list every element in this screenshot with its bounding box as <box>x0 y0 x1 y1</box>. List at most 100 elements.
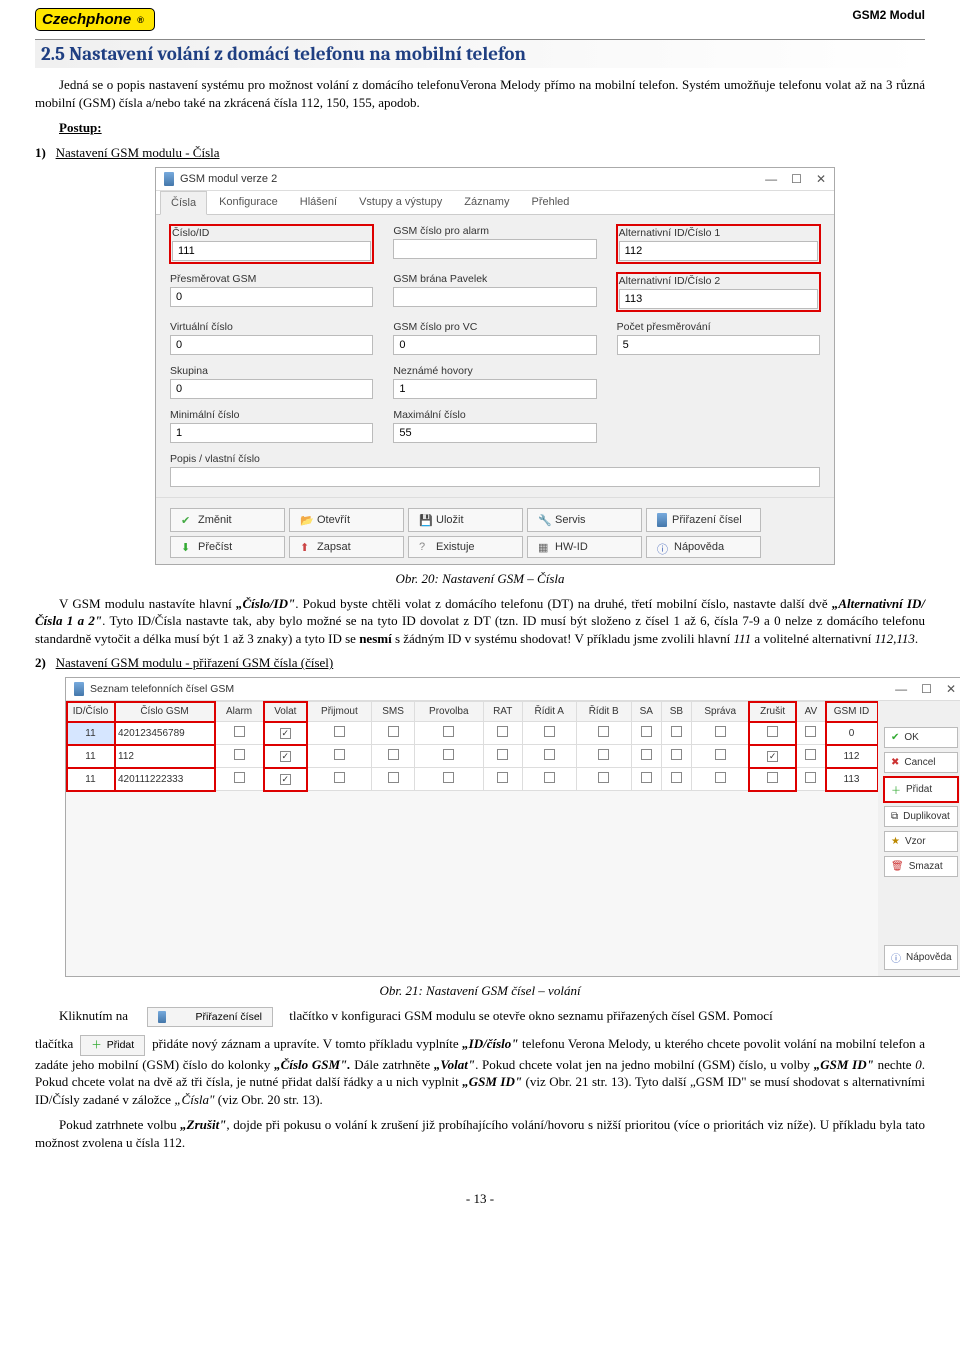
checkbox[interactable] <box>715 772 726 783</box>
col-alarm[interactable]: Alarm <box>215 702 264 722</box>
checkbox[interactable] <box>334 749 345 760</box>
checkbox[interactable] <box>497 772 508 783</box>
input-pocet[interactable] <box>617 335 820 355</box>
checkbox[interactable] <box>641 749 652 760</box>
col-ridita[interactable]: Řídit A <box>522 702 576 722</box>
tab-zaznamy[interactable]: Záznamy <box>454 191 519 214</box>
checkbox[interactable] <box>280 751 291 762</box>
checkbox[interactable] <box>598 726 609 737</box>
checkbox[interactable] <box>671 749 682 760</box>
tab-prehled[interactable]: Přehled <box>521 191 579 214</box>
precist-button[interactable]: ⬇Přečíst <box>170 536 285 558</box>
checkbox[interactable] <box>598 749 609 760</box>
checkbox[interactable] <box>598 772 609 783</box>
col-zrusit[interactable]: Zrušit <box>749 702 796 722</box>
col-id[interactable]: ID/Číslo <box>67 702 115 722</box>
checkbox[interactable] <box>497 726 508 737</box>
input-popis[interactable] <box>170 467 820 487</box>
maximize-button[interactable]: ☐ <box>921 682 932 696</box>
input-virt[interactable] <box>170 335 373 355</box>
checkbox[interactable] <box>497 749 508 760</box>
cancel-button[interactable]: ✖Cancel <box>884 752 958 773</box>
servis-button[interactable]: 🔧Servis <box>527 508 642 532</box>
hwid-button[interactable]: ▦HW-ID <box>527 536 642 558</box>
checkbox[interactable] <box>805 772 816 783</box>
maximize-button[interactable]: ☐ <box>791 172 802 186</box>
table-row[interactable]: 11112112 <box>67 745 878 768</box>
checkbox[interactable] <box>280 774 291 785</box>
input-nezname[interactable] <box>393 379 596 399</box>
input-skupina[interactable] <box>170 379 373 399</box>
input-alt2[interactable] <box>619 289 818 309</box>
checkbox[interactable] <box>671 772 682 783</box>
tab-konfigurace[interactable]: Konfigurace <box>209 191 288 214</box>
close-button[interactable]: ✕ <box>816 172 826 186</box>
minimize-button[interactable]: — <box>765 172 777 186</box>
col-gsmid[interactable]: GSM ID <box>826 702 878 722</box>
checkbox[interactable] <box>443 726 454 737</box>
tab-vstupy-vystupy[interactable]: Vstupy a výstupy <box>349 191 452 214</box>
checkbox[interactable] <box>671 726 682 737</box>
checkbox[interactable] <box>234 726 245 737</box>
tab-hlaseni[interactable]: Hlášení <box>290 191 347 214</box>
minimize-button[interactable]: — <box>895 682 907 696</box>
checkbox[interactable] <box>544 726 555 737</box>
col-gsm[interactable]: Číslo GSM <box>115 702 215 722</box>
col-volat[interactable]: Volat <box>264 702 307 722</box>
checkbox[interactable] <box>234 749 245 760</box>
col-sprava[interactable]: Správa <box>692 702 749 722</box>
checkbox[interactable] <box>767 772 778 783</box>
inline-prirazeni-button[interactable]: Přiřazení čísel <box>147 1007 273 1027</box>
checkbox[interactable] <box>767 751 778 762</box>
checkbox[interactable] <box>443 749 454 760</box>
input-min[interactable] <box>170 423 373 443</box>
checkbox[interactable] <box>280 728 291 739</box>
checkbox[interactable] <box>544 772 555 783</box>
existuje-button[interactable]: ?Existuje <box>408 536 523 558</box>
col-prijmout[interactable]: Přijmout <box>307 702 372 722</box>
input-presmerovat[interactable] <box>170 287 373 307</box>
checkbox[interactable] <box>334 726 345 737</box>
col-av[interactable]: AV <box>796 702 825 722</box>
col-sa[interactable]: SA <box>631 702 661 722</box>
zapsat-button[interactable]: ⬆Zapsat <box>289 536 404 558</box>
col-sms[interactable]: SMS <box>372 702 415 722</box>
input-gsm-alarm[interactable] <box>393 239 596 259</box>
input-vc[interactable] <box>393 335 596 355</box>
checkbox[interactable] <box>805 749 816 760</box>
inline-pridat-button[interactable]: ＋Přidat <box>80 1035 145 1055</box>
zmenit-button[interactable]: ✔Změnit <box>170 508 285 532</box>
checkbox[interactable] <box>767 726 778 737</box>
table-row[interactable]: 11420111222333113 <box>67 768 878 791</box>
duplikovat-button[interactable]: ⧉Duplikovat <box>884 806 958 827</box>
smazat-button[interactable]: 🗑Smazat <box>884 856 958 877</box>
col-rat[interactable]: RAT <box>483 702 522 722</box>
checkbox[interactable] <box>715 726 726 737</box>
checkbox[interactable] <box>388 772 399 783</box>
prirazeni-button[interactable]: Přiřazení čísel <box>646 508 761 532</box>
col-provolba[interactable]: Provolba <box>414 702 483 722</box>
vzor-button[interactable]: ★Vzor <box>884 831 958 852</box>
input-max[interactable] <box>393 423 596 443</box>
input-brana[interactable] <box>393 287 596 307</box>
col-sb[interactable]: SB <box>661 702 691 722</box>
checkbox[interactable] <box>805 726 816 737</box>
checkbox[interactable] <box>388 749 399 760</box>
checkbox[interactable] <box>715 749 726 760</box>
pridat-button[interactable]: ＋Přidat <box>884 777 958 802</box>
input-cislo-id[interactable] <box>172 241 371 261</box>
otevrit-button[interactable]: 📂Otevřít <box>289 508 404 532</box>
checkbox[interactable] <box>641 772 652 783</box>
tab-cisla[interactable]: Čísla <box>160 191 207 215</box>
close-button[interactable]: ✕ <box>946 682 956 696</box>
checkbox[interactable] <box>234 772 245 783</box>
napoveda-button[interactable]: ⓘNápověda <box>884 945 958 970</box>
input-alt1[interactable] <box>619 241 818 261</box>
ulozit-button[interactable]: 💾Uložit <box>408 508 523 532</box>
checkbox[interactable] <box>544 749 555 760</box>
ok-button[interactable]: ✔OK <box>884 727 958 748</box>
napoveda-button[interactable]: ⓘNápověda <box>646 536 761 558</box>
checkbox[interactable] <box>388 726 399 737</box>
checkbox[interactable] <box>641 726 652 737</box>
checkbox[interactable] <box>334 772 345 783</box>
